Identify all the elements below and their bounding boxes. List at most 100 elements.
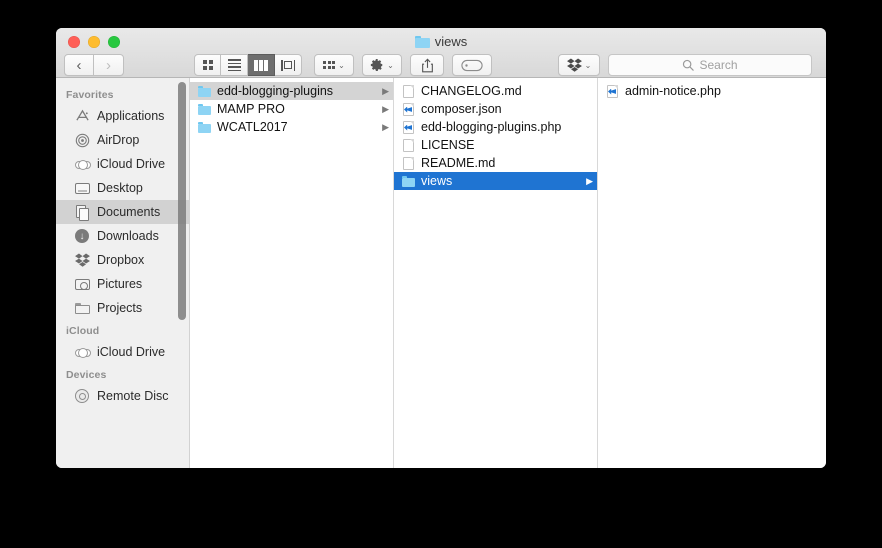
sidebar-item-airdrop[interactable]: AirDrop [56,128,189,152]
arrange-button[interactable]: ⌄ [314,54,354,76]
folder-icon [198,102,211,117]
sidebar-item-label: Dropbox [97,253,145,267]
list-item-label: edd-blogging-plugins.php [421,120,562,134]
column-view-button[interactable] [248,54,275,76]
sidebar-header-devices: Devices [66,369,107,381]
sidebar-item-label: Desktop [97,181,143,195]
sidebar: Favorites Applications AirDrop iCloud Dr… [56,78,190,468]
disclosure-arrow-icon: ▶ [586,175,593,186]
navigation-buttons: ‹ › [64,54,124,76]
forward-button[interactable]: › [94,54,124,76]
sidebar-item-label: Projects [97,301,143,315]
disclosure-arrow-icon: ▶ [382,85,389,96]
sidebar-item-downloads[interactable]: ↓ Downloads [56,224,189,248]
list-item[interactable]: composer.json [394,100,597,118]
finder-window: views ‹ › ⌄ ⌄ ⌄ Search Favorites Applica… [56,28,826,468]
sidebar-scrollbar[interactable] [178,82,186,320]
tag-button[interactable] [452,54,492,76]
sidebar-item-label: Remote Disc [97,389,169,403]
list-item[interactable]: views ▶ [394,172,597,190]
search-field[interactable]: Search [608,54,812,76]
list-view-button[interactable] [221,54,248,76]
icloud-icon [74,344,91,360]
column-2: CHANGELOG.md composer.json edd-blogging-… [394,78,598,468]
window-title: views [56,34,826,49]
list-item-label: admin-notice.php [625,84,721,98]
list-item[interactable]: edd-blogging-plugins ▶ [190,82,393,100]
list-item[interactable]: MAMP PRO ▶ [190,100,393,118]
dropbox-button[interactable]: ⌄ [558,54,600,76]
applications-icon [74,108,90,124]
disclosure-arrow-icon: ▶ [382,103,389,114]
column-1: edd-blogging-plugins ▶ MAMP PRO ▶ WCATL2… [190,78,394,468]
disclosure-arrow-icon: ▶ [382,121,389,132]
sidebar-item-remote-disc[interactable]: Remote Disc [56,384,189,408]
dropbox-icon [566,58,582,72]
arrange-icon [323,61,336,69]
folder-icon [74,300,90,316]
code-file-icon [402,120,415,135]
list-item[interactable]: LICENSE [394,136,597,154]
toolbar: ‹ › ⌄ ⌄ ⌄ Search [56,52,826,78]
chevron-down-icon: ⌄ [338,60,345,70]
columns-icon [254,59,268,71]
titlebar[interactable]: views ‹ › ⌄ ⌄ ⌄ Search [56,28,826,78]
icon-view-button[interactable] [194,54,221,76]
list-item-label: README.md [421,156,496,170]
document-icon [402,156,415,171]
sidebar-item-label: Pictures [97,277,143,291]
desktop-icon [74,180,90,196]
sidebar-item-documents[interactable]: Documents [56,200,189,224]
coverflow-icon [281,59,295,71]
documents-icon [74,204,90,221]
sidebar-item-projects[interactable]: Projects [56,296,189,320]
minimize-button[interactable] [88,36,100,48]
icloud-icon [74,156,91,172]
window-body: Favorites Applications AirDrop iCloud Dr… [56,78,826,468]
list-item[interactable]: edd-blogging-plugins.php [394,118,597,136]
sidebar-item-label: Downloads [97,229,159,243]
window-controls [68,36,120,48]
sidebar-item-icloud-drive-2[interactable]: iCloud Drive [56,340,189,364]
dropbox-icon [74,252,90,268]
sidebar-header-icloud: iCloud [66,325,100,337]
list-item-label: views [421,174,453,188]
grid-icon [202,60,213,70]
folder-icon [198,84,211,99]
sidebar-item-icloud-drive[interactable]: iCloud Drive [56,152,189,176]
sidebar-item-label: iCloud Drive [97,345,166,359]
document-icon [402,138,415,153]
gallery-view-button[interactable] [275,54,302,76]
document-icon [402,84,415,99]
list-item-label: CHANGELOG.md [421,84,522,98]
chevron-left-icon: ‹ [76,56,82,74]
list-item[interactable]: admin-notice.php [598,82,826,100]
search-icon [683,59,695,71]
folder-icon [402,174,415,189]
sidebar-item-pictures[interactable]: Pictures [56,272,189,296]
list-item-label: WCATL2017 [217,120,288,134]
tag-icon [461,59,483,71]
sidebar-item-applications[interactable]: Applications [56,104,189,128]
gear-icon [371,59,383,71]
list-item[interactable]: CHANGELOG.md [394,82,597,100]
action-button[interactable]: ⌄ [362,54,402,76]
sidebar-item-label: Applications [97,109,165,123]
code-file-icon [606,84,619,99]
code-file-icon [402,102,415,117]
sidebar-item-dropbox[interactable]: Dropbox [56,248,189,272]
list-item[interactable]: README.md [394,154,597,172]
search-placeholder: Search [699,58,738,72]
sidebar-item-label: iCloud Drive [97,157,166,171]
maximize-button[interactable] [108,36,120,48]
sidebar-item-label: Documents [97,205,161,219]
back-button[interactable]: ‹ [64,54,94,76]
column-browser: edd-blogging-plugins ▶ MAMP PRO ▶ WCATL2… [190,78,826,468]
sidebar-item-desktop[interactable]: Desktop [56,176,189,200]
close-button[interactable] [68,36,80,48]
share-button[interactable] [410,54,444,76]
disc-icon [74,388,90,404]
sidebar-item-label: AirDrop [97,133,140,147]
share-icon [421,57,433,72]
list-item[interactable]: WCATL2017 ▶ [190,118,393,136]
